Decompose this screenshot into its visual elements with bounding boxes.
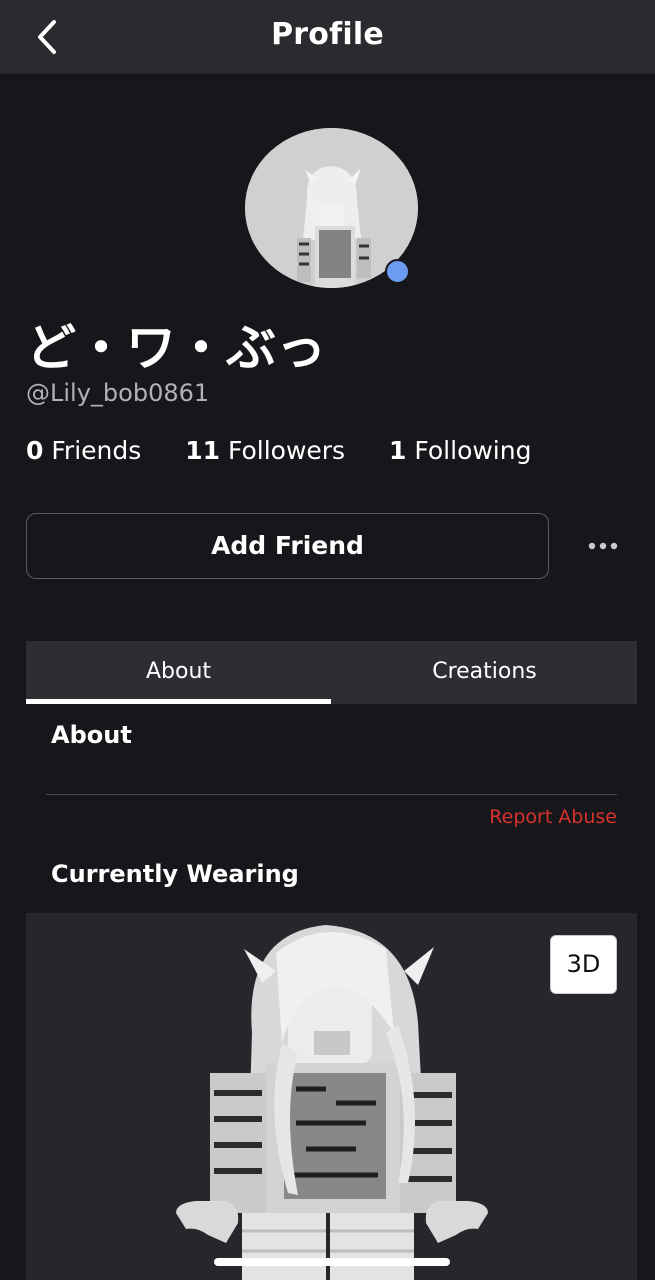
- top-bar: Profile: [0, 0, 655, 74]
- page-title: Profile: [271, 17, 384, 52]
- followers-stat[interactable]: 11 Followers: [185, 436, 345, 465]
- add-friend-button[interactable]: Add Friend: [26, 513, 549, 579]
- more-options-button[interactable]: [586, 530, 620, 562]
- home-indicator[interactable]: [214, 1258, 450, 1266]
- section-divider: [46, 794, 617, 795]
- friends-label: Friends: [51, 436, 142, 465]
- tab-creations[interactable]: Creations: [332, 641, 637, 704]
- online-status-dot: [385, 259, 410, 284]
- tab-about-label: About: [145, 659, 212, 684]
- tab-about[interactable]: About: [26, 641, 331, 704]
- more-horizontal-icon: [588, 542, 618, 550]
- followers-count: 11: [185, 436, 221, 465]
- following-count: 1: [389, 436, 407, 465]
- followers-label: Followers: [227, 436, 346, 465]
- following-label: Following: [414, 436, 532, 465]
- currently-wearing-heading: Currently Wearing: [51, 860, 299, 888]
- report-abuse-link[interactable]: Report Abuse: [489, 806, 617, 828]
- username: @Lily_bob0861: [26, 379, 210, 407]
- profile-stats: 0 Friends 11 Followers 1 Following: [26, 436, 567, 465]
- active-tab-indicator: [26, 699, 331, 704]
- about-heading: About: [51, 721, 132, 749]
- avatar-render: [176, 925, 488, 1280]
- avatar-3d-viewer[interactable]: [26, 913, 637, 1280]
- view-3d-button[interactable]: 3D: [550, 935, 617, 994]
- profile-tabs: About Creations: [26, 641, 637, 704]
- friends-stat[interactable]: 0 Friends: [26, 436, 141, 465]
- friends-count: 0: [26, 436, 44, 465]
- tab-creations-label: Creations: [432, 659, 537, 684]
- following-stat[interactable]: 1 Following: [389, 436, 531, 465]
- display-name: ど・ワ・ぶっ: [26, 319, 326, 377]
